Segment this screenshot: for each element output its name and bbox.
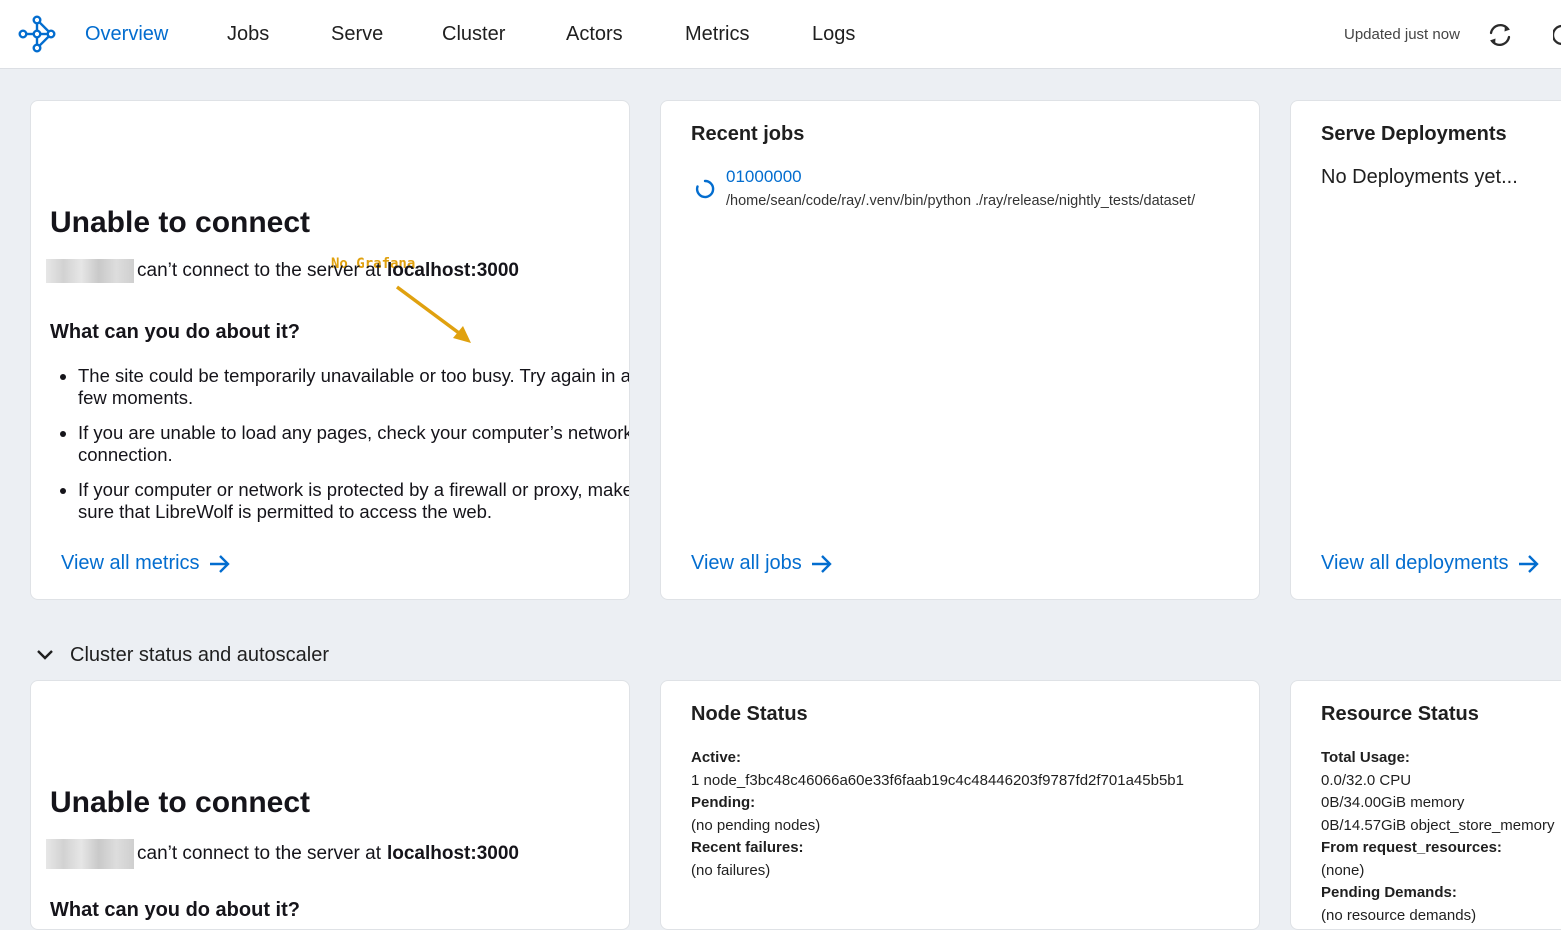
tab-cluster[interactable]: Cluster — [442, 23, 505, 46]
view-all-deployments-link[interactable]: View all deployments — [1321, 552, 1541, 575]
pixelated-browser-name — [46, 839, 134, 869]
pending-label: Pending: — [691, 794, 756, 811]
tab-overview[interactable]: Overview — [85, 23, 168, 46]
tab-logs[interactable]: Logs — [812, 23, 855, 46]
link-label: View all metrics — [61, 552, 200, 574]
pending-demands-label: Pending Demands: — [1321, 884, 1457, 901]
tab-metrics[interactable]: Metrics — [685, 23, 749, 46]
job-command: /home/sean/code/ray/.venv/bin/python ./r… — [726, 193, 1196, 209]
error-text: can’t connect to the server at — [137, 260, 381, 281]
tab-serve[interactable]: Serve — [331, 23, 383, 46]
list-item: If your computer or network is protected… — [78, 479, 629, 523]
failures-label: Recent failures: — [691, 839, 804, 856]
error-title: Unable to connect — [50, 786, 311, 819]
request-resources-value: (none) — [1321, 861, 1365, 879]
recent-jobs-card: Recent jobs 01000000 /home/sean/code/ray… — [660, 100, 1260, 600]
cpu-value: 0.0/32.0 CPU — [1321, 771, 1412, 789]
request-resources-label: From request_resources: — [1321, 839, 1502, 856]
annotation-arrow-icon — [395, 285, 471, 343]
arrow-right-icon — [1518, 554, 1539, 573]
arrow-right-icon — [209, 554, 230, 573]
failures-value: (no failures) — [691, 861, 771, 879]
error-host: localhost:3000 — [386, 260, 519, 281]
autoscaler-metrics-card: Unable to connect can’t connect to the s… — [30, 680, 630, 930]
tab-jobs[interactable]: Jobs — [227, 23, 269, 46]
error-text: can’t connect to the server at — [137, 843, 381, 864]
view-all-metrics-link[interactable]: View all metrics — [61, 552, 232, 575]
chevron-down-icon[interactable] — [34, 646, 56, 664]
error-subtitle: What can you do about it? — [50, 899, 300, 921]
pending-value: (no pending nodes) — [691, 816, 821, 834]
node-status-body: Active: 1 node_f3bc48c46066a60e33f6faab1… — [691, 747, 1184, 882]
error-tips-list: The site could be temporarily unavailabl… — [50, 365, 629, 536]
resource-status-card: Resource Status Total Usage: 0.0/32.0 CP… — [1290, 680, 1561, 930]
card-title: Node Status — [691, 703, 808, 725]
error-host: localhost:3000 — [386, 843, 519, 864]
error-message: can’t connect to the server at localhost… — [46, 259, 519, 283]
error-title: Unable to connect — [50, 206, 311, 239]
loading-spinner-icon — [695, 179, 715, 199]
ray-logo-icon[interactable] — [18, 15, 56, 53]
object-store-value: 0B/14.57GiB object_store_memory — [1321, 816, 1555, 834]
usage-label: Total Usage: — [1321, 749, 1410, 766]
resource-status-body: Total Usage: 0.0/32.0 CPU 0B/34.00GiB me… — [1321, 747, 1554, 927]
view-all-jobs-link[interactable]: View all jobs — [691, 552, 834, 575]
active-label: Active: — [691, 749, 742, 766]
serve-deployments-card: Serve Deployments No Deployments yet... … — [1290, 100, 1561, 600]
pending-demands-value: (no resource demands) — [1321, 906, 1477, 924]
refresh-icon[interactable] — [1486, 21, 1514, 49]
empty-state-text: No Deployments yet... — [1321, 166, 1518, 188]
list-item: The site could be temporarily unavailabl… — [78, 365, 629, 409]
list-item: If you are unable to load any pages, che… — [78, 422, 629, 466]
top-nav: Overview Jobs Serve Cluster Actors Metri… — [0, 0, 1561, 69]
card-title: Recent jobs — [691, 123, 805, 145]
arrow-right-icon — [811, 554, 832, 573]
active-value: 1 node_f3bc48c46066a60e33f6faab19c4c4844… — [691, 771, 1184, 789]
node-status-card: Node Status Active: 1 node_f3bc48c46066a… — [660, 680, 1260, 930]
link-label: View all deployments — [1321, 552, 1509, 574]
section-title[interactable]: Cluster status and autoscaler — [70, 644, 329, 667]
card-title: Resource Status — [1321, 703, 1479, 725]
metrics-card: No Grafana Unable to connect can’t conne… — [30, 100, 630, 600]
tab-actors[interactable]: Actors — [566, 23, 623, 46]
memory-value: 0B/34.00GiB memory — [1321, 794, 1465, 811]
link-label: View all jobs — [691, 552, 802, 574]
error-message: can’t connect to the server at localhost… — [46, 839, 519, 869]
pixelated-browser-name — [46, 259, 134, 283]
card-title: Serve Deployments — [1321, 123, 1507, 145]
theme-toggle-icon[interactable] — [1553, 24, 1561, 46]
error-subtitle: What can you do about it? — [50, 321, 300, 343]
updated-status: Updated just now — [1344, 26, 1460, 43]
job-id-link[interactable]: 01000000 — [726, 167, 802, 187]
